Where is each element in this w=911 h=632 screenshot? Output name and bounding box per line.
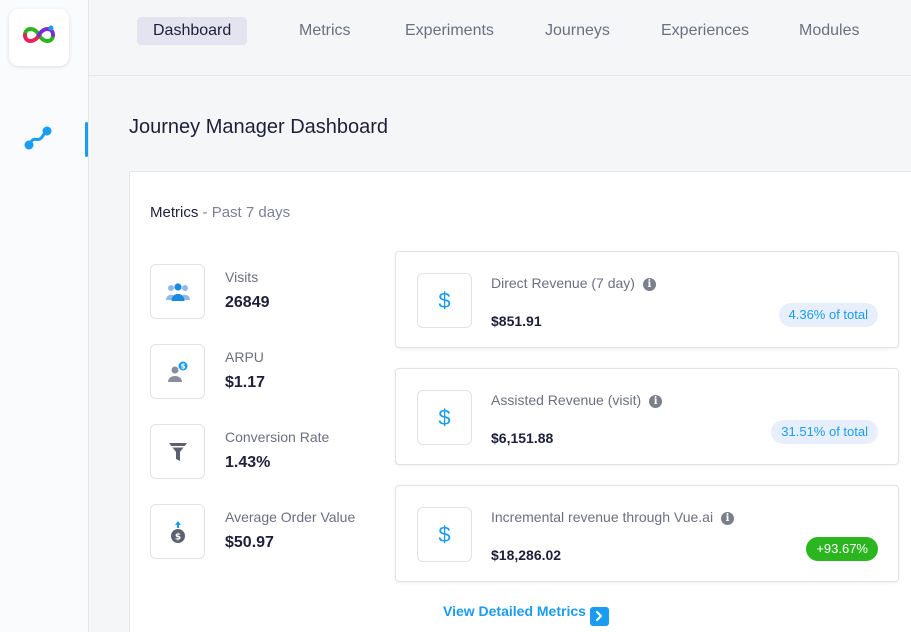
dollar-icon: $ [417,273,472,328]
revenue-label: Assisted Revenue (visit) i [491,392,663,408]
info-icon[interactable]: i [721,512,735,525]
revenue-label: Direct Revenue (7 day) i [491,275,656,291]
uplift-badge: +93.67% [806,537,878,561]
share-badge: 31.51% of total [771,420,878,444]
view-detailed-metrics-label: View Detailed Metrics [443,603,586,619]
money-bag-glyph: $ [174,532,180,542]
revenue-value: $18,286.02 [491,547,562,563]
sidebar [0,0,89,632]
share-badge: 4.36% of total [778,303,878,327]
top-nav: Dashboard Metrics Experiments Journeys E… [89,0,911,76]
app-logo[interactable] [9,9,69,66]
revenue-label-text: Assisted Revenue (visit) [491,392,642,408]
metric-value: 26849 [225,294,270,311]
dollar-icon: $ [417,507,472,562]
info-icon[interactable]: i [649,395,663,408]
metric-average-order-value: $ Average Order Value $50.97 [150,504,370,560]
revenue-card-assisted: $ Assisted Revenue (visit) i $6,151.88 31… [395,368,899,465]
metrics-label: Metrics [150,204,199,221]
dollar-icon: $ [417,390,472,445]
metric-arpu: $ ARPU $1.17 [150,344,370,400]
funnel-icon [150,424,205,479]
metrics-period: Past 7 days [211,204,291,221]
user-dollar-glyph: $ [180,362,185,370]
metric-label: Conversion Rate [225,429,330,445]
revenue-label-text: Incremental revenue through Vue.ai [491,509,714,525]
tab-journeys[interactable]: Journeys [529,17,626,45]
metric-value: $50.97 [225,534,274,551]
sidebar-item-journey[interactable] [20,122,56,158]
metrics-separator: - [198,204,212,221]
tab-dashboard[interactable]: Dashboard [137,17,248,45]
info-icon[interactable]: i [642,278,656,291]
chevron-right-icon [589,607,609,626]
tab-modules[interactable]: Modules [783,17,875,45]
metric-label: ARPU [225,349,264,365]
page-title: Journey Manager Dashboard [129,116,389,138]
revenue-card-direct: $ Direct Revenue (7 day) i $851.91 4.36% … [395,251,899,348]
metric-value: $1.17 [225,374,266,391]
revenue-value: $6,151.88 [491,430,554,446]
users-icon [150,264,205,319]
metric-value: 1.43% [225,454,271,471]
metric-label: Visits [225,269,259,285]
active-nav-indicator [85,122,88,157]
metrics-header: Metrics - Past 7 days [150,204,290,221]
revenue-label: Incremental revenue through Vue.ai i [491,509,735,525]
vue-ai-logo-icon [22,24,56,51]
metric-conversion-rate: Conversion Rate 1.43% [150,424,370,480]
revenue-label-text: Direct Revenue (7 day) [491,275,635,291]
revenue-value: $851.91 [491,313,542,329]
user-dollar-icon: $ [150,344,205,399]
metric-label: Average Order Value [225,509,356,525]
metric-visits: Visits 26849 [150,264,370,320]
view-detailed-metrics-link[interactable]: View Detailed Metrics [443,603,609,626]
journey-icon [23,125,53,156]
tab-experiments[interactable]: Experiments [389,17,510,45]
money-bag-icon: $ [150,504,205,559]
tab-experiences[interactable]: Experiences [645,17,765,45]
revenue-card-incremental: $ Incremental revenue through Vue.ai i $1… [395,485,899,582]
tab-metrics[interactable]: Metrics [283,17,367,45]
